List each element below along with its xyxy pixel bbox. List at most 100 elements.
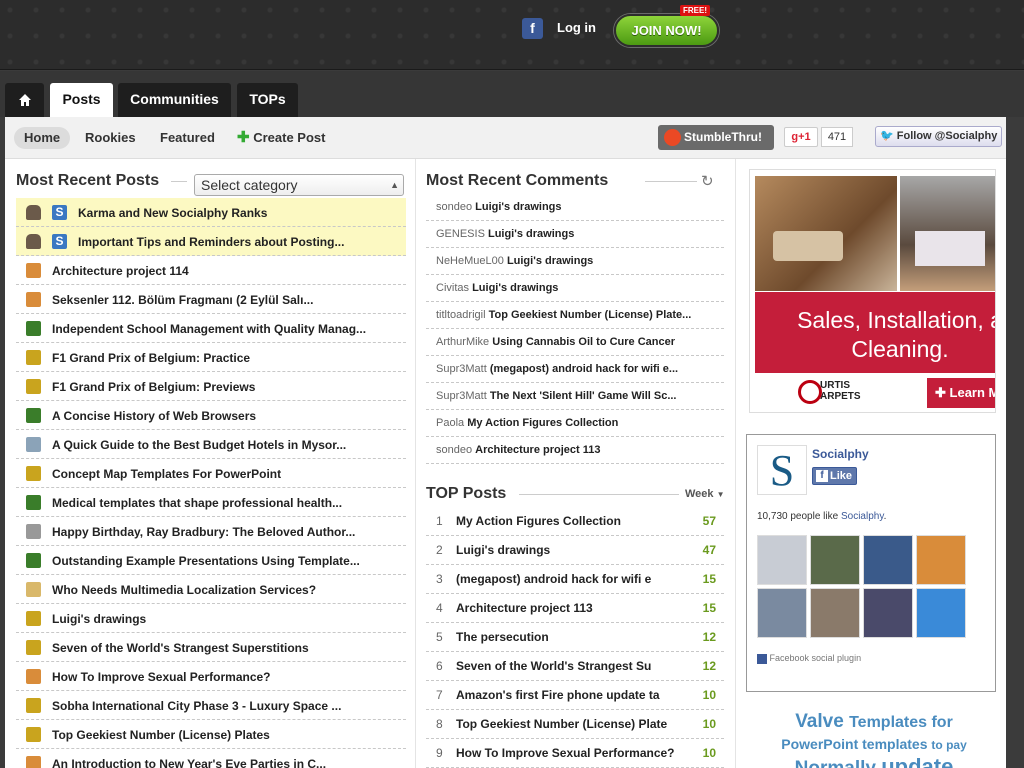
post-title[interactable]: Karma and New Socialphy Ranks (78, 206, 267, 220)
post-title[interactable]: F1 Grand Prix of Belgium: Practice (52, 351, 250, 365)
comment-row[interactable]: titltoadrigil Top Geekiest Number (Licen… (426, 302, 724, 329)
join-now-button[interactable]: JOIN NOW! (614, 14, 719, 47)
fan-avatar[interactable] (757, 535, 807, 585)
category-select[interactable]: Select category ▲▼ (194, 174, 404, 210)
fan-avatar[interactable] (810, 588, 860, 638)
comment-user[interactable]: Paola (436, 417, 464, 429)
comment-user[interactable]: NeHeMueL00 (436, 255, 504, 267)
socialphy-logo[interactable]: S (757, 445, 807, 495)
post-title[interactable]: Concept Map Templates For PowerPoint (52, 467, 281, 481)
post-row[interactable]: Architecture project 114 (16, 256, 406, 285)
stumble-button[interactable]: StumbleThru! (658, 125, 774, 150)
top-post-row[interactable]: 6 Seven of the World's Strangest Su 12 (426, 652, 724, 681)
comment-user[interactable]: titltoadrigil (436, 309, 486, 321)
comment-post[interactable]: Luigi's drawings (472, 282, 558, 294)
comment-user[interactable]: Civitas (436, 282, 469, 294)
post-title[interactable]: Happy Birthday, Ray Bradbury: The Belove… (52, 525, 355, 539)
subnav-home[interactable]: Home (14, 127, 71, 149)
comment-post[interactable]: Luigi's drawings (475, 201, 561, 213)
fb-like-button[interactable]: f Like (812, 467, 857, 485)
comment-row[interactable]: NeHeMueL00 Luigi's drawings (426, 248, 724, 275)
comment-row[interactable]: ArthurMike Using Cannabis Oil to Cure Ca… (426, 329, 724, 356)
top-post-row[interactable]: 8 Top Geekiest Number (License) Plate 10 (426, 710, 724, 739)
login-link[interactable]: Log in (557, 20, 596, 35)
post-title[interactable]: Sobha International City Phase 3 - Luxur… (52, 699, 341, 713)
comment-user[interactable]: Supr3Matt (436, 390, 487, 402)
comment-user[interactable]: sondeo (436, 201, 472, 213)
facebook-icon[interactable]: f (522, 18, 543, 39)
top-post-title[interactable]: My Action Figures Collection (456, 507, 621, 536)
top-post-title[interactable]: (megapost) android hack for wifi e (456, 565, 651, 594)
comment-post[interactable]: Luigi's drawings (488, 228, 574, 240)
comment-row[interactable]: sondeo Architecture project 113 (426, 437, 724, 464)
top-post-title[interactable]: Architecture project 113 (456, 594, 593, 623)
top-post-title[interactable]: The persecution (456, 623, 549, 652)
comment-row[interactable]: Paola My Action Figures Collection (426, 410, 724, 437)
comment-row[interactable]: sondeo Luigi's drawings (426, 194, 724, 221)
comment-row[interactable]: Supr3Matt The Next 'Silent Hill' Game Wi… (426, 383, 724, 410)
refresh-icon[interactable]: ↻ (701, 172, 714, 190)
post-row[interactable]: Outstanding Example Presentations Using … (16, 546, 406, 575)
fan-avatar[interactable] (863, 588, 913, 638)
post-title[interactable]: How To Improve Sexual Performance? (52, 670, 271, 684)
post-row[interactable]: Top Geekiest Number (License) Plates (16, 720, 406, 749)
subnav-rookies[interactable]: Rookies (85, 127, 136, 149)
top-post-row[interactable]: 5 The persecution 12 (426, 623, 724, 652)
post-title[interactable]: Luigi's drawings (52, 612, 146, 626)
post-row[interactable]: F1 Grand Prix of Belgium: Practice (16, 343, 406, 372)
post-row[interactable]: Concept Map Templates For PowerPoint (16, 459, 406, 488)
tab-tops[interactable]: TOPs (237, 83, 298, 117)
subnav-featured[interactable]: Featured (160, 127, 215, 149)
fan-avatar[interactable] (757, 588, 807, 638)
comment-post[interactable]: Top Geekiest Number (License) Plate... (489, 309, 692, 321)
fan-avatar[interactable] (916, 535, 966, 585)
comment-post[interactable]: Luigi's drawings (507, 255, 593, 267)
home-tab[interactable] (5, 83, 44, 117)
post-row[interactable]: Who Needs Multimedia Localization Servic… (16, 575, 406, 604)
post-row[interactable]: S Important Tips and Reminders about Post… (16, 227, 406, 256)
comment-post[interactable]: Architecture project 113 (475, 444, 600, 456)
post-title[interactable]: An Introduction to New Year's Eve Partie… (52, 757, 326, 768)
create-post-button[interactable]: ✚ Create Post (237, 127, 325, 149)
top-post-row[interactable]: 9 How To Improve Sexual Performance? 10 (426, 739, 724, 768)
post-title[interactable]: Medical templates that shape professiona… (52, 496, 342, 510)
comment-user[interactable]: sondeo (436, 444, 472, 456)
post-title[interactable]: Outstanding Example Presentations Using … (52, 554, 360, 568)
twitter-follow-button[interactable]: 🐦 Follow @Socialphy (875, 126, 1002, 147)
post-title[interactable]: Top Geekiest Number (License) Plates (52, 728, 270, 742)
comment-row[interactable]: Supr3Matt (megapost) android hack for wi… (426, 356, 724, 383)
carpet-ad-banner[interactable]: Sales, Installation, a Cleaning. URTIS A… (749, 169, 996, 413)
post-row[interactable]: Seven of the World's Strangest Superstit… (16, 633, 406, 662)
top-post-row[interactable]: 2 Luigi's drawings 47 (426, 536, 724, 565)
post-title[interactable]: A Quick Guide to the Best Budget Hotels … (52, 438, 346, 452)
post-title[interactable]: Seven of the World's Strangest Superstit… (52, 641, 309, 655)
google-plus-button[interactable]: g+1 (784, 127, 818, 147)
post-row[interactable]: A Quick Guide to the Best Budget Hotels … (16, 430, 406, 459)
top-post-title[interactable]: Top Geekiest Number (License) Plate (456, 710, 667, 739)
top-post-title[interactable]: Amazon's first Fire phone update ta (456, 681, 660, 710)
ad-learn-more-button[interactable]: ✚ Learn M (927, 378, 995, 408)
fan-avatar[interactable] (863, 535, 913, 585)
comment-user[interactable]: Supr3Matt (436, 363, 487, 375)
post-row[interactable]: Luigi's drawings (16, 604, 406, 633)
valve-templates-ad[interactable]: Valve Templates for PowerPoint templates… (749, 711, 999, 768)
fan-avatar[interactable] (916, 588, 966, 638)
post-title[interactable]: F1 Grand Prix of Belgium: Previews (52, 380, 255, 394)
post-row[interactable]: S Karma and New Socialphy Ranks (16, 198, 406, 227)
comment-row[interactable]: Civitas Luigi's drawings (426, 275, 724, 302)
comment-user[interactable]: ArthurMike (436, 336, 489, 348)
top-post-row[interactable]: 7 Amazon's first Fire phone update ta 10 (426, 681, 724, 710)
post-row[interactable]: A Concise History of Web Browsers (16, 401, 406, 430)
top-post-title[interactable]: How To Improve Sexual Performance? (456, 739, 675, 768)
top-post-row[interactable]: 3 (megapost) android hack for wifi e 15 (426, 565, 724, 594)
top-post-row[interactable]: 1 My Action Figures Collection 57 (426, 507, 724, 536)
top-period-dropdown[interactable]: Week ▼ (685, 488, 725, 500)
top-post-title[interactable]: Seven of the World's Strangest Su (456, 652, 651, 681)
fb-page-name[interactable]: Socialphy (812, 447, 869, 461)
fan-avatar[interactable] (810, 535, 860, 585)
tab-posts[interactable]: Posts (50, 83, 113, 117)
comment-row[interactable]: GENESIS Luigi's drawings (426, 221, 724, 248)
top-post-row[interactable]: 4 Architecture project 113 15 (426, 594, 724, 623)
post-row[interactable]: Medical templates that shape professiona… (16, 488, 406, 517)
post-title[interactable]: Who Needs Multimedia Localization Servic… (52, 583, 316, 597)
